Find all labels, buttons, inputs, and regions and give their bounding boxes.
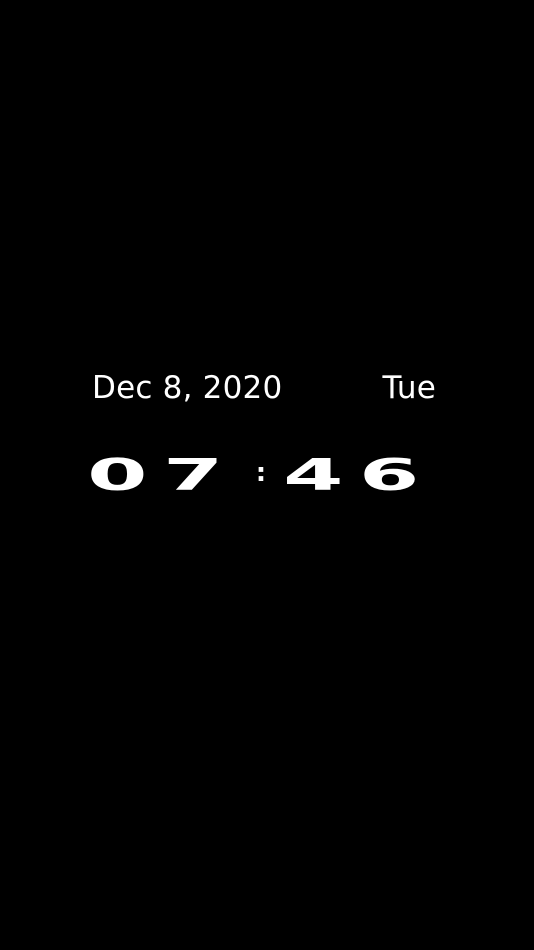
weekday-label: Tue <box>382 370 436 406</box>
date-row: Dec 8, 2020 Tue <box>92 368 436 408</box>
lock-screen: Dec 8, 2020 Tue 07 : 46 <box>0 0 534 950</box>
date-label: Dec 8, 2020 <box>92 370 283 406</box>
clock: 07 : 46 <box>87 446 438 506</box>
clock-hours: 07 <box>87 450 239 501</box>
clock-minutes: 46 <box>283 450 435 501</box>
clock-separator: : <box>255 458 267 488</box>
